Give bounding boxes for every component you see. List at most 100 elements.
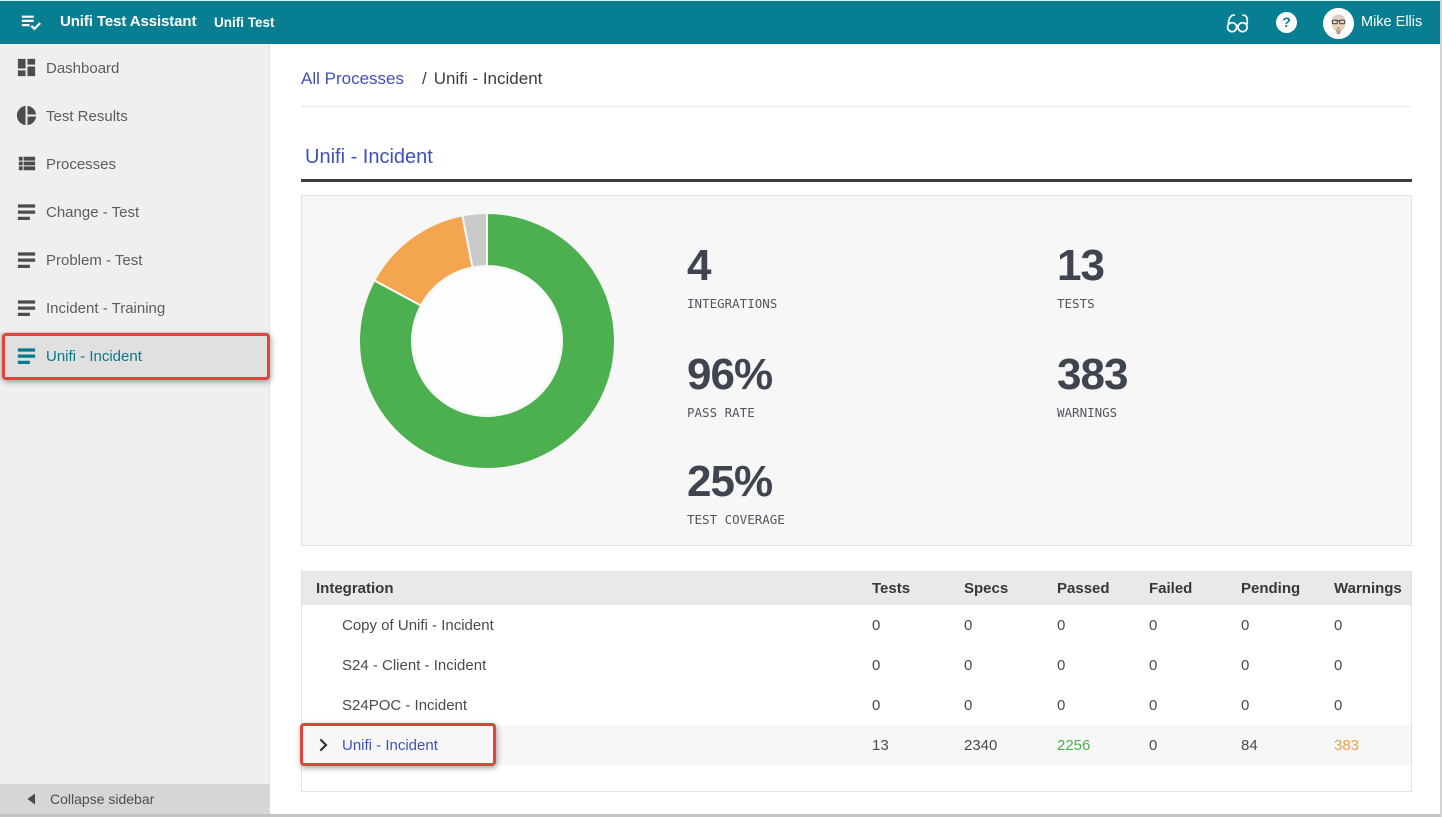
cell-specs: 0 <box>964 617 1057 634</box>
breadcrumb-all-processes-link[interactable]: All Processes <box>301 69 404 88</box>
integration-name: S24POC - Incident <box>302 697 872 714</box>
collapse-sidebar-button[interactable]: Collapse sidebar <box>0 784 270 814</box>
main-content: All Processes / Unifi - Incident Unifi - I… <box>271 44 1442 817</box>
breadcrumb-divider <box>301 106 1412 107</box>
table-row: Copy of Unifi - Incident 0 0 0 0 0 0 <box>302 605 1411 645</box>
table-header: Integration Tests Specs Passed Failed Pe… <box>302 572 1411 605</box>
stat-label: TEST COVERAGE <box>687 512 1007 528</box>
sidebar-item-label: Incident - Training <box>46 300 165 317</box>
cell-warnings: 383 <box>1334 737 1411 754</box>
sidebar-item-problem-test[interactable]: Problem - Test <box>0 236 269 284</box>
expand-chevron-icon[interactable] <box>315 737 331 753</box>
stat-label: PASS RATE <box>687 405 1007 421</box>
breadcrumb-current: Unifi - Incident <box>434 69 543 88</box>
integration-name: S24 - Client - Incident <box>302 657 872 674</box>
breadcrumb-separator: / <box>422 69 427 88</box>
cell-specs: 0 <box>964 697 1057 714</box>
app-subtitle: Unifi Test <box>214 0 275 45</box>
cell-pending: 0 <box>1241 697 1334 714</box>
help-button[interactable]: ? <box>1276 12 1297 33</box>
cell-passed: 2256 <box>1057 737 1149 754</box>
app-title: Unifi Test Assistant <box>60 0 196 44</box>
sidebar: Dashboard Test Results Processes Change … <box>0 44 270 817</box>
sidebar-item-incident-training[interactable]: Incident - Training <box>0 284 269 332</box>
cell-failed: 0 <box>1149 657 1241 674</box>
sidebar-item-dashboard[interactable]: Dashboard <box>0 44 269 92</box>
sidebar-item-label: Change - Test <box>46 204 139 221</box>
list-icon <box>15 152 38 175</box>
table-row: S24POC - Incident 0 0 0 0 0 0 <box>302 685 1411 725</box>
cell-tests: 0 <box>872 697 964 714</box>
cell-warnings: 0 <box>1334 697 1411 714</box>
process-lines-icon <box>15 344 38 367</box>
col-header-pending: Pending <box>1241 580 1334 597</box>
cell-pending: 0 <box>1241 657 1334 674</box>
table-row: S24 - Client - Incident 0 0 0 0 0 0 <box>302 645 1411 685</box>
integration-name: Unifi - Incident <box>302 737 872 754</box>
top-bar: Unifi Test Assistant Unifi Test ? Mike E… <box>0 0 1442 44</box>
cell-warnings: 0 <box>1334 617 1411 634</box>
process-lines-icon <box>15 296 38 319</box>
sidebar-item-change-test[interactable]: Change - Test <box>0 188 269 236</box>
cell-pending: 0 <box>1241 617 1334 634</box>
cell-tests: 0 <box>872 657 964 674</box>
stat-label: INTEGRATIONS <box>687 296 1007 312</box>
cell-failed: 0 <box>1149 617 1241 634</box>
results-donut-chart <box>356 210 618 472</box>
breadcrumb: All Processes / Unifi - Incident <box>301 44 1412 92</box>
stat-value: 383 <box>1057 350 1377 400</box>
sidebar-item-processes[interactable]: Processes <box>0 140 269 188</box>
col-header-failed: Failed <box>1149 580 1241 597</box>
stat-value: 13 <box>1057 241 1377 291</box>
sidebar-item-label: Test Results <box>46 108 128 125</box>
stat-integrations: 4 INTEGRATIONS <box>687 241 1007 312</box>
user-avatar[interactable] <box>1323 8 1354 39</box>
sidebar-item-label: Processes <box>46 156 116 173</box>
cell-passed: 0 <box>1057 697 1149 714</box>
stat-value: 4 <box>687 241 1007 291</box>
collapse-arrow-icon <box>26 793 36 805</box>
pie-chart-icon <box>15 104 38 127</box>
stat-tests: 13 TESTS <box>1057 241 1377 312</box>
sidebar-item-label: Problem - Test <box>46 252 142 269</box>
integration-link[interactable]: Unifi - Incident <box>342 737 438 754</box>
process-lines-icon <box>15 200 38 223</box>
cell-passed: 0 <box>1057 657 1149 674</box>
collapse-sidebar-label: Collapse sidebar <box>50 791 154 807</box>
cell-specs: 2340 <box>964 737 1057 754</box>
stat-warnings: 383 WARNINGS <box>1057 350 1377 421</box>
integration-name: Copy of Unifi - Incident <box>302 617 872 634</box>
dashboard-icon <box>15 56 38 79</box>
table-row-unifi-incident: Unifi - Incident 13 2340 2256 0 84 383 <box>302 725 1411 765</box>
stat-label: TESTS <box>1057 296 1377 312</box>
cell-pending: 84 <box>1241 737 1334 754</box>
page-title: Unifi - Incident <box>301 144 1412 170</box>
integrations-table: Integration Tests Specs Passed Failed Pe… <box>301 571 1412 792</box>
stat-label: WARNINGS <box>1057 405 1377 421</box>
cell-failed: 0 <box>1149 737 1241 754</box>
stat-test-coverage: 25% TEST COVERAGE <box>687 457 1007 528</box>
stat-value: 96% <box>687 350 1007 400</box>
stat-value: 25% <box>687 457 1007 507</box>
cell-passed: 0 <box>1057 617 1149 634</box>
col-header-tests: Tests <box>872 580 964 597</box>
user-name[interactable]: Mike Ellis <box>1361 0 1422 44</box>
glasses-icon[interactable] <box>1226 13 1251 33</box>
col-header-warnings: Warnings <box>1334 580 1411 597</box>
cell-warnings: 0 <box>1334 657 1411 674</box>
sidebar-item-test-results[interactable]: Test Results <box>0 92 269 140</box>
summary-panel: 4 INTEGRATIONS 96% PASS RATE 25% TEST CO… <box>301 195 1412 546</box>
col-header-passed: Passed <box>1057 580 1149 597</box>
col-header-integration: Integration <box>302 580 872 597</box>
process-lines-icon <box>15 248 38 271</box>
sidebar-item-unifi-incident[interactable]: Unifi - Incident <box>0 332 269 380</box>
sidebar-item-label: Unifi - Incident <box>46 348 142 365</box>
col-header-specs: Specs <box>964 580 1057 597</box>
cell-tests: 13 <box>872 737 964 754</box>
sidebar-item-label: Dashboard <box>46 60 119 77</box>
stat-pass-rate: 96% PASS RATE <box>687 350 1007 421</box>
cell-specs: 0 <box>964 657 1057 674</box>
menu-check-icon[interactable] <box>20 11 42 33</box>
cell-failed: 0 <box>1149 697 1241 714</box>
cell-tests: 0 <box>872 617 964 634</box>
